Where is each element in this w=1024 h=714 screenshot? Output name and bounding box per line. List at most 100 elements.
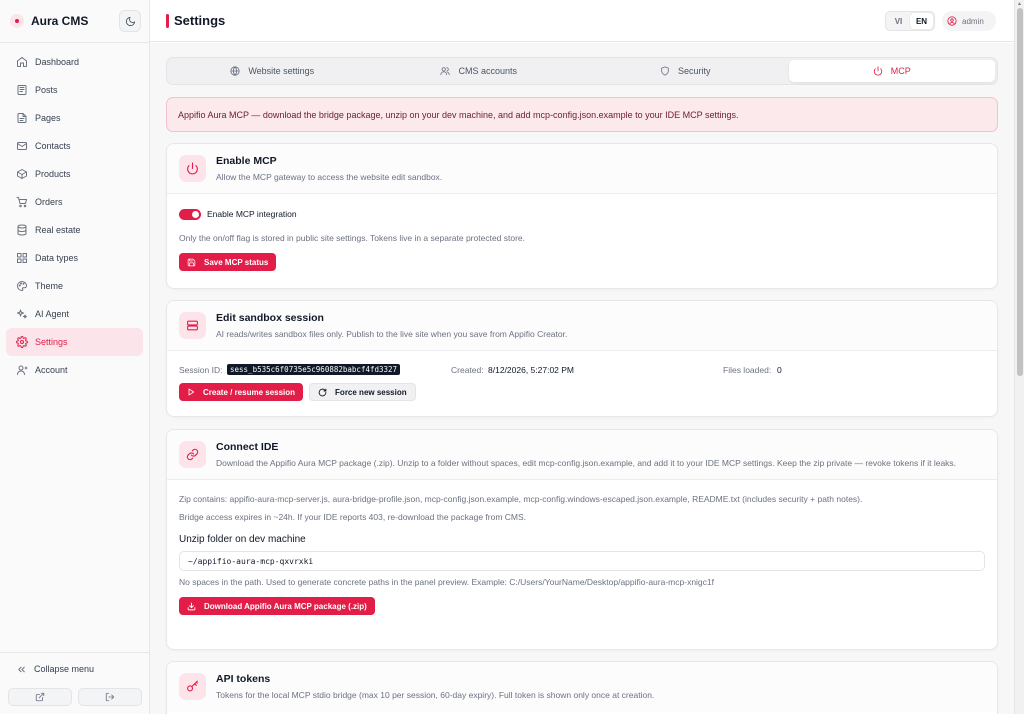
button-label: Download Appifio Aura MCP package (.zip) — [204, 601, 367, 611]
sidebar-item-real-estate[interactable]: Real estate — [6, 216, 143, 244]
sidebar-item-label: Theme — [35, 281, 64, 291]
server-icon — [179, 312, 206, 339]
button-label: Create / resume session — [203, 387, 296, 397]
sidebar-item-label: Orders — [35, 197, 63, 207]
card-body: Session ID: sess_b535c6f0735e5c960882bab… — [167, 351, 997, 413]
session-actions: Create / resume session Force new sessio… — [179, 383, 985, 401]
enable-mcp-toggle[interactable] — [179, 208, 201, 220]
storage-note: Only the on/off flag is stored in public… — [179, 233, 526, 243]
sidebar-item-account[interactable]: Account — [6, 356, 143, 384]
power-icon — [873, 66, 883, 76]
palette-icon — [16, 280, 28, 292]
open-site-button[interactable] — [8, 688, 72, 706]
divider — [0, 652, 150, 653]
moon-icon — [125, 16, 135, 26]
scroll-up-arrow-icon[interactable]: ▲ — [1017, 1, 1022, 7]
sidebar-item-data-types[interactable]: Data types — [6, 244, 143, 272]
save-mcp-status-button[interactable]: Save MCP status — [179, 253, 277, 271]
sidebar-item-posts[interactable]: Posts — [6, 76, 143, 104]
card-title: Edit sandbox session — [216, 312, 324, 324]
sidebar-item-contacts[interactable]: Contacts — [6, 132, 143, 160]
user-icon — [16, 364, 28, 376]
tab-label: Website settings — [248, 66, 315, 76]
user-menu[interactable]: admin — [942, 11, 996, 31]
sidebar-item-orders[interactable]: Orders — [6, 188, 143, 216]
sandbox-session-card: Edit sandbox session AI reads/writes san… — [166, 300, 998, 417]
zip-contents-text: Zip contains: appifio-aura-mcp-server.js… — [179, 494, 863, 504]
create-resume-session-button[interactable]: Create / resume session — [179, 383, 304, 401]
globe-icon — [230, 66, 240, 76]
save-row: Save MCP status — [179, 253, 985, 271]
tab-mcp[interactable]: MCP — [788, 60, 995, 82]
divider — [0, 42, 150, 43]
expiry-text: Bridge access expires in ~24h. If your I… — [179, 512, 527, 522]
files-loaded-value: 0 — [777, 365, 782, 375]
sidebar-item-label: Pages — [35, 113, 61, 123]
app-name: Aura CMS — [31, 14, 89, 28]
language-option-en[interactable]: EN — [910, 13, 933, 29]
download-icon — [187, 602, 196, 611]
sidebar-item-label: Dashboard — [35, 57, 80, 67]
scrollbar-thumb[interactable] — [1017, 8, 1023, 376]
key-icon — [179, 673, 206, 700]
tab-security[interactable]: Security — [582, 60, 789, 82]
external-link-icon — [35, 692, 45, 702]
users-icon — [440, 66, 451, 76]
shield-icon — [660, 66, 670, 76]
card-subtitle: Tokens for the local MCP stdio bridge (m… — [216, 690, 655, 700]
sidebar-item-pages[interactable]: Pages — [6, 104, 143, 132]
home-icon — [16, 56, 28, 68]
newspaper-icon — [16, 84, 28, 96]
force-new-session-button[interactable]: Force new session — [309, 383, 416, 401]
sidebar-item-theme[interactable]: Theme — [6, 272, 143, 300]
sidebar-item-settings[interactable]: Settings — [6, 328, 143, 356]
card-header: API tokens Tokens for the local MCP stdi… — [167, 662, 997, 712]
sidebar-item-ai-agent[interactable]: AI Agent — [6, 300, 143, 328]
sidebar-item-label: Settings — [35, 337, 68, 347]
settings-tabs: Website settings CMS accounts Security M… — [166, 57, 998, 85]
main-content: Website settings CMS accounts Security M… — [150, 43, 1014, 714]
user-circle-icon — [947, 16, 957, 26]
collapse-menu-button[interactable]: Collapse menu — [16, 661, 94, 677]
api-tokens-card: API tokens Tokens for the local MCP stdi… — [166, 661, 998, 714]
sidebar-nav: Dashboard Posts Pages Contacts Products … — [6, 48, 143, 384]
folder-hint: No spaces in the path. Used to generate … — [179, 577, 714, 587]
tab-cms-accounts[interactable]: CMS accounts — [376, 60, 583, 82]
grid-icon — [16, 252, 28, 264]
link-icon — [179, 441, 206, 468]
language-option-vi[interactable]: VI — [887, 13, 910, 29]
chevrons-left-icon — [16, 664, 28, 675]
save-icon — [187, 258, 196, 267]
unzip-folder-input[interactable]: ~/appifio-aura-mcp-qxvrxki — [179, 551, 985, 571]
theme-toggle-button[interactable] — [119, 10, 141, 32]
page-scrollbar[interactable]: ▲ — [1014, 0, 1024, 714]
sidebar-item-products[interactable]: Products — [6, 160, 143, 188]
enable-mcp-card: Enable MCP Allow the MCP gateway to acce… — [166, 143, 998, 289]
box-icon — [16, 168, 28, 180]
sidebar-item-label: Contacts — [35, 141, 71, 151]
connect-ide-card: Connect IDE Download the Appifio Aura MC… — [166, 429, 998, 650]
play-icon — [187, 388, 195, 396]
folder-label: Unzip folder on dev machine — [179, 534, 306, 545]
card-subtitle: Download the Appifio Aura MCP package (.… — [216, 458, 957, 468]
download-row: Download Appifio Aura MCP package (.zip) — [179, 597, 985, 615]
logout-button[interactable] — [78, 688, 142, 706]
session-id-value: sess_b535c6f0735e5c960882babcf4fd3327 — [227, 364, 401, 375]
card-title: API tokens — [216, 673, 271, 685]
sidebar-item-dashboard[interactable]: Dashboard — [6, 48, 143, 76]
card-body: Enable MCP integration Only the on/off f… — [167, 194, 997, 283]
download-package-button[interactable]: Download Appifio Aura MCP package (.zip) — [179, 597, 375, 615]
brand-logo-icon — [10, 14, 24, 28]
card-title: Enable MCP — [216, 155, 277, 167]
gear-icon — [16, 336, 28, 348]
tab-website-settings[interactable]: Website settings — [169, 60, 376, 82]
tab-label: CMS accounts — [458, 66, 518, 76]
card-header: Enable MCP Allow the MCP gateway to acce… — [167, 144, 997, 194]
sidebar-item-label: Posts — [35, 85, 58, 95]
sidebar-item-label: Data types — [35, 253, 79, 263]
top-header: Settings VI EN admin — [150, 0, 1014, 42]
card-subtitle: Allow the MCP gateway to access the webs… — [216, 172, 443, 182]
session-id-label: Session ID: — [179, 365, 223, 375]
logout-icon — [105, 692, 115, 702]
button-label: Force new session — [335, 387, 407, 397]
